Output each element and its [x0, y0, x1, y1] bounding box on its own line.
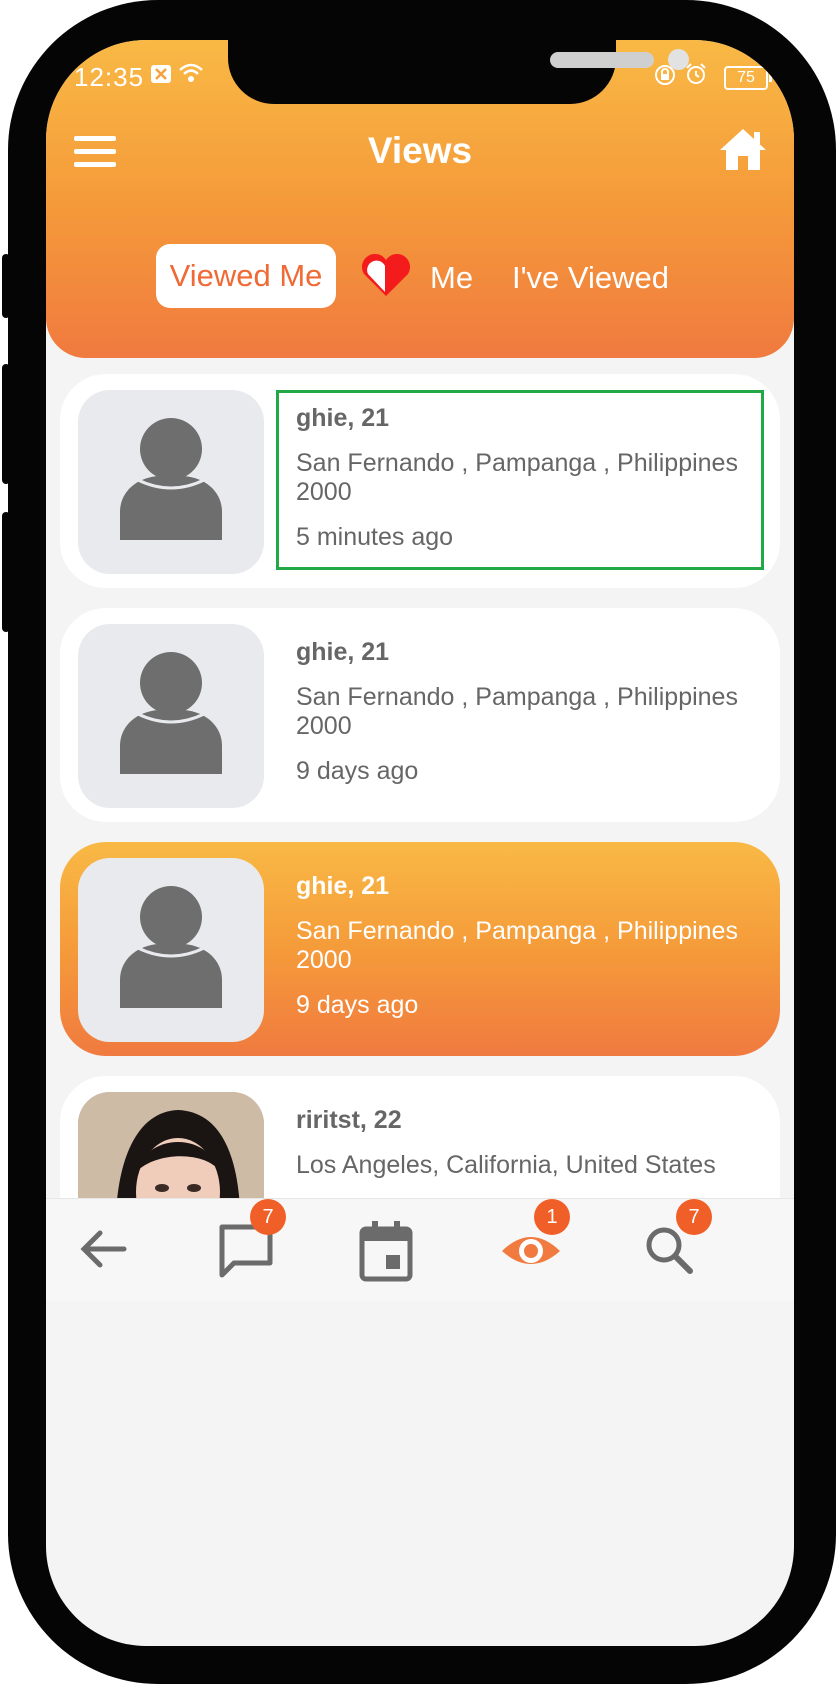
nav-views[interactable]: 1	[498, 1199, 570, 1287]
avatar	[78, 858, 264, 1042]
messages-badge: 7	[250, 1199, 286, 1235]
battery-indicator: 75	[724, 66, 772, 90]
tab-viewed-me[interactable]: Viewed Me	[156, 244, 336, 308]
nav-messages[interactable]: 7	[214, 1199, 286, 1287]
speaker	[550, 52, 654, 68]
person-icon	[120, 418, 222, 540]
tab-me[interactable]: Me	[430, 260, 473, 296]
page-title: Views	[367, 130, 473, 171]
wifi-icon	[179, 63, 203, 82]
viewer-name: ghie, 21	[296, 638, 390, 666]
nav-search[interactable]: 7	[640, 1199, 712, 1287]
viewer-info: ghie, 21 San Fernando , Pampanga , Phili…	[296, 638, 766, 786]
viewer-location: San Fernando , Pampanga , Philippines 20…	[296, 683, 738, 740]
notification-icon	[151, 65, 171, 83]
volume-button	[2, 254, 10, 318]
views-badge: 1	[534, 1199, 570, 1235]
home-icon[interactable]	[718, 126, 768, 172]
volume-down-button	[2, 512, 10, 632]
view-time: 9 days ago	[296, 991, 419, 1019]
camera	[668, 49, 689, 70]
viewer-name: riritst, 22	[296, 1106, 402, 1134]
avatar	[78, 624, 264, 808]
screen: 12:35 75 Views Viewed Me Me I've Viewed …	[46, 40, 794, 1646]
status-time: 12:35	[74, 62, 145, 92]
power-button	[828, 400, 836, 590]
viewer-info: ghie, 21 San Fernando , Pampanga , Phili…	[296, 872, 766, 1020]
phone-notch	[228, 40, 689, 104]
viewer-card[interactable]: ghie, 21 San Fernando , Pampanga , Phili…	[60, 374, 780, 588]
calendar-icon	[359, 1221, 413, 1282]
viewer-location: Los Angeles, California, United States	[296, 1151, 716, 1179]
viewer-card[interactable]: ghie, 21 San Fernando , Pampanga , Phili…	[60, 608, 780, 822]
viewer-name: ghie, 21	[296, 872, 390, 900]
nav-back[interactable]	[74, 1219, 146, 1287]
person-icon	[120, 652, 222, 774]
focus-outline	[276, 390, 764, 570]
nav-calendar[interactable]	[356, 1219, 428, 1287]
back-arrow-icon	[80, 1230, 127, 1268]
search-badge: 7	[676, 1199, 712, 1235]
alarm-icon	[686, 63, 706, 84]
viewer-info: riritst, 22 Los Angeles, California, Uni…	[296, 1106, 766, 1196]
tab-ive-viewed[interactable]: I've Viewed	[512, 260, 669, 296]
bottom-nav: 7 1 7	[46, 1198, 794, 1301]
viewer-location: San Fernando , Pampanga , Philippines 20…	[296, 917, 738, 974]
person-icon	[120, 886, 222, 1008]
heart-icon[interactable]	[358, 252, 414, 300]
viewer-card-selected[interactable]: ghie, 21 San Fernando , Pampanga , Phili…	[60, 842, 780, 1056]
avatar	[78, 390, 264, 574]
volume-up-button	[2, 364, 10, 484]
view-time: 9 days ago	[296, 757, 419, 785]
